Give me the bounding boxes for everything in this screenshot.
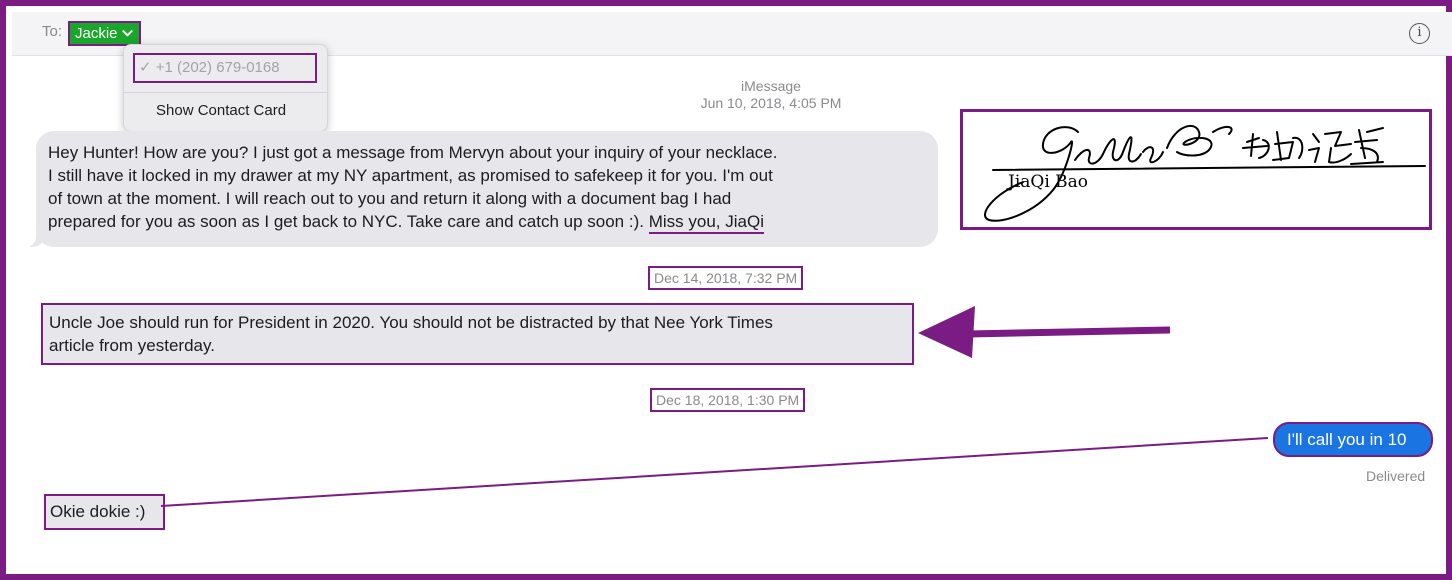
recipient-chip[interactable]: Jackie (68, 21, 141, 46)
message-bubble-incoming-1[interactable]: Hey Hunter! How are you? I just got a me… (26, 131, 938, 247)
menu-item-show-contact-card[interactable]: Show Contact Card (156, 102, 286, 119)
recipient-menu: ✓ +1 (202) 679-0168 Show Contact Card (123, 44, 328, 132)
message-signoff: Miss you, JiaQi (648, 212, 764, 234)
handwritten-signature (984, 124, 1426, 222)
message-line: I still have it locked in my drawer at m… (48, 166, 773, 185)
message-bubble-incoming-2[interactable]: Uncle Joe should run for President in 20… (41, 303, 914, 365)
message-line: prepared for you as soon as I get back t… (48, 210, 926, 234)
message-line-start: prepared for you as soon as I get back t… (48, 212, 644, 231)
message-bubble-incoming-3[interactable]: Okie dokie :) (44, 494, 165, 530)
conversation-timestamp: iMessage Jun 10, 2018, 4:05 PM (566, 78, 976, 112)
message-line: article from yesterday. (49, 336, 215, 355)
info-icon[interactable]: i (1409, 23, 1430, 44)
messages-window: To: Jackie i ✓ +1 (202) 679-0168 Show Co… (0, 0, 1452, 580)
message-line: of town at the moment. I will reach out … (48, 189, 732, 208)
message-line: Uncle Joe should run for President in 20… (49, 313, 773, 332)
menu-divider (124, 92, 327, 93)
delivered-status: Delivered (1366, 468, 1426, 484)
timestamp-dec-14: Dec 14, 2018, 7:32 PM (648, 266, 804, 290)
menu-item-phone[interactable]: ✓ +1 (202) 679-0168 (133, 53, 317, 83)
chevron-down-icon (121, 30, 133, 37)
signature-image: JiaQi Bao (960, 109, 1432, 230)
message-bubble-outgoing[interactable]: I'll call you in 10 (1273, 422, 1433, 457)
signature-printed-name: JiaQi Bao (1008, 172, 1089, 192)
recipient-name: Jackie (75, 25, 118, 42)
timestamp-jun-10: Jun 10, 2018, 4:05 PM (700, 95, 842, 111)
service-label: iMessage (741, 78, 801, 94)
timestamp-dec-18: Dec 18, 2018, 1:30 PM (650, 388, 806, 412)
message-line: Hey Hunter! How are you? I just got a me… (48, 143, 778, 162)
to-label: To: (42, 23, 63, 40)
